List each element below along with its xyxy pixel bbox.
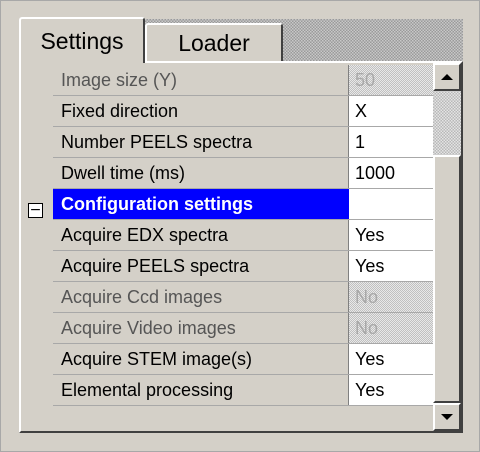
- scroll-up-arrow-icon[interactable]: [433, 63, 461, 91]
- property-value[interactable]: No: [349, 313, 433, 343]
- property-row[interactable]: Acquire Video images No: [53, 313, 433, 344]
- tab-loader[interactable]: Loader: [145, 23, 283, 61]
- property-value[interactable]: Yes: [349, 375, 433, 405]
- property-value[interactable]: Yes: [349, 220, 433, 250]
- property-row[interactable]: Elemental processing Yes: [53, 375, 433, 406]
- property-name: Elemental processing: [53, 375, 349, 405]
- property-row[interactable]: Acquire EDX spectra Yes: [53, 220, 433, 251]
- property-row[interactable]: Image size (Y) 50: [53, 65, 433, 96]
- section-header-row[interactable]: Configuration settings: [53, 189, 433, 220]
- property-row[interactable]: Number PEELS spectra 1: [53, 127, 433, 158]
- section-header-label: Configuration settings: [53, 189, 349, 219]
- tab-strip: Settings Loader: [19, 17, 463, 63]
- grid-gutter: −: [21, 63, 53, 431]
- minus-box-icon[interactable]: −: [28, 203, 43, 218]
- property-grid: − Image size (Y) 50 Fixed direction X Number…: [19, 61, 463, 433]
- property-panel: Settings Loader − Image size (Y) 50 Fixed …: [0, 0, 480, 452]
- property-row[interactable]: Dwell time (ms) 1000: [53, 158, 433, 189]
- vertical-scrollbar[interactable]: [433, 63, 461, 431]
- scroll-down-arrow-icon[interactable]: [433, 403, 461, 431]
- property-row[interactable]: Acquire Ccd images No: [53, 282, 433, 313]
- property-value[interactable]: 50: [349, 65, 433, 95]
- property-name: Acquire Video images: [53, 313, 349, 343]
- scrollbar-thumb[interactable]: [433, 155, 461, 403]
- property-row[interactable]: Acquire STEM image(s) Yes: [53, 344, 433, 375]
- property-name: Acquire Ccd images: [53, 282, 349, 312]
- property-row[interactable]: Fixed direction X: [53, 96, 433, 127]
- property-value[interactable]: X: [349, 96, 433, 126]
- property-value[interactable]: Yes: [349, 344, 433, 374]
- property-name: Acquire STEM image(s): [53, 344, 349, 374]
- property-value[interactable]: 1: [349, 127, 433, 157]
- property-row[interactable]: Acquire PEELS spectra Yes: [53, 251, 433, 282]
- property-value[interactable]: No: [349, 282, 433, 312]
- property-name: Acquire EDX spectra: [53, 220, 349, 250]
- property-name: Number PEELS spectra: [53, 127, 349, 157]
- property-name: Dwell time (ms): [53, 158, 349, 188]
- property-value[interactable]: 1000: [349, 158, 433, 188]
- property-name: Image size (Y): [53, 65, 349, 95]
- tab-settings[interactable]: Settings: [19, 17, 145, 63]
- property-value[interactable]: Yes: [349, 251, 433, 281]
- property-name: Fixed direction: [53, 96, 349, 126]
- property-name: Acquire PEELS spectra: [53, 251, 349, 281]
- property-value: [349, 189, 433, 219]
